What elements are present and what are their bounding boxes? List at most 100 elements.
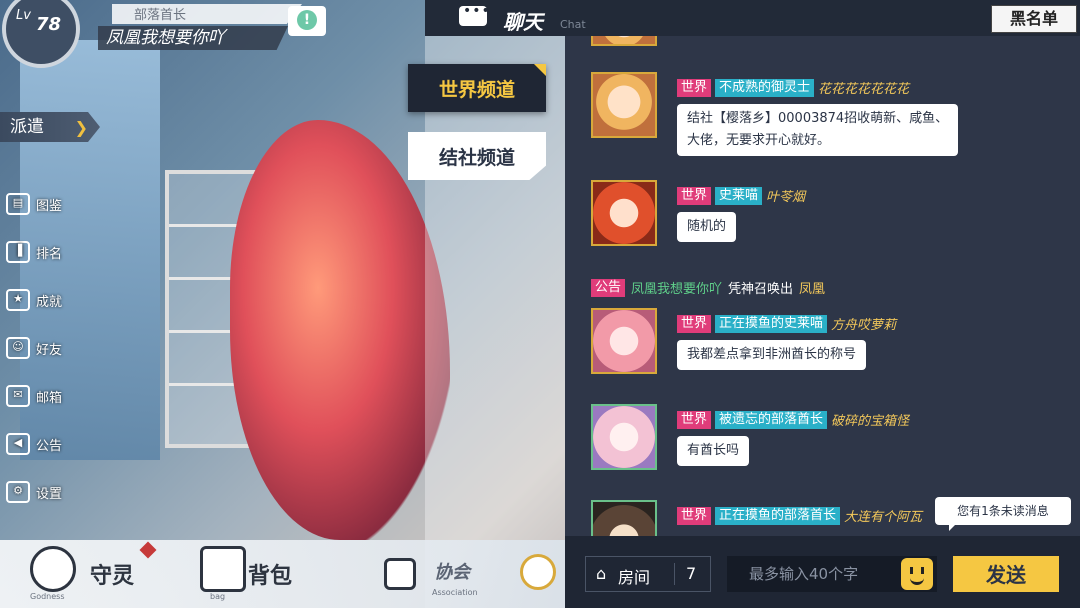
side-menu-item-settings[interactable]: ⚙ 设置	[0, 468, 80, 516]
side-menu-item-ranking[interactable]: ▐ 排名	[0, 228, 80, 276]
side-menu-label: 成就	[36, 294, 63, 310]
mail-icon: ✉	[6, 385, 30, 407]
nav-association-sublabel: Association	[432, 588, 478, 597]
side-menu-label: 设置	[36, 486, 63, 502]
nav-bag-button[interactable]: 背包 bag	[196, 540, 326, 608]
announcement-tag: 公告	[591, 278, 626, 297]
side-menu: ▤ 图鉴 ▐ 排名 ★ 成就 ☺ 好友 ✉ 邮箱 ◀ 公告 ⚙ 设置	[0, 180, 80, 516]
message-bubble: 有酋长吗	[677, 436, 750, 466]
sender-name[interactable]: 被遗忘的部落酋长	[715, 410, 828, 429]
elf-girl-avatar[interactable]	[591, 404, 657, 470]
nav-spirit-sublabel: Godness	[30, 592, 65, 601]
player-title-tag: 部落首长	[112, 4, 302, 24]
dispatch-label: 派遣	[10, 117, 44, 137]
side-menu-label: 排名	[36, 246, 63, 262]
chat-message-list[interactable]: 世界 不成熟的御灵士 花花花花花花花 结社【樱落乡】00003874招收萌新、咸…	[565, 36, 1080, 536]
alert-button[interactable]: !	[288, 6, 326, 36]
ranking-icon: ▐	[6, 241, 30, 263]
side-menu-item-mail[interactable]: ✉ 邮箱	[0, 372, 80, 420]
alert-icon: !	[297, 10, 317, 30]
player-name: 凤凰我想要你吖	[106, 28, 225, 48]
blonde-girl-avatar[interactable]	[591, 72, 657, 138]
side-menu-label: 图鉴	[36, 198, 63, 214]
tab-world-label: 世界频道	[438, 78, 515, 101]
sender-title: 叶苓烟	[766, 190, 806, 205]
side-menu-item-achievement[interactable]: ★ 成就	[0, 276, 80, 324]
sender-name[interactable]: 史莱喵	[715, 186, 763, 205]
side-menu-item-friends[interactable]: ☺ 好友	[0, 324, 80, 372]
channel-tag: 世界	[677, 314, 712, 333]
notification-badge	[139, 541, 157, 559]
nav-association-label: 协会	[434, 562, 470, 583]
message-line: 大佬，无要求开心就好。	[687, 133, 831, 148]
announcement-player[interactable]: 凤凰我想要你吖	[631, 278, 722, 297]
level-prefix: Lv	[16, 8, 31, 23]
side-menu-item-codex[interactable]: ▤ 图鉴	[0, 180, 80, 228]
message-meta: 世界 史莱喵 叶苓烟	[677, 186, 805, 205]
unread-messages-tip[interactable]: 您有1条未读消息	[935, 497, 1071, 531]
channel-tag: 世界	[677, 410, 712, 429]
channel-tag: 世界	[677, 78, 712, 97]
chevron-right-icon: ❯	[74, 118, 88, 137]
home-icon: ⌂	[596, 564, 607, 583]
message-bubble: 我都差点拿到非洲酋长的称号	[677, 340, 867, 370]
sender-title: 大连有个阿瓦	[844, 510, 923, 525]
channel-tag: 世界	[677, 186, 712, 205]
tab-guild-channel[interactable]: 结社频道	[408, 132, 546, 180]
side-menu-label: 邮箱	[36, 390, 63, 406]
message-line: 有酋长吗	[687, 443, 740, 458]
chat-header: 聊天 Chat 黑名单	[425, 0, 1080, 36]
friends-icon: ☺	[6, 337, 30, 359]
nav-association-button[interactable]: 协会 Association	[384, 540, 564, 608]
sender-title: 花花花花花花花	[818, 82, 910, 97]
sender-title: 破碎的宝箱怪	[831, 414, 910, 429]
message-meta: 世界 正在摸鱼的部落首长 大连有个阿瓦	[677, 506, 922, 525]
compass-icon	[520, 554, 556, 590]
tab-world-channel[interactable]: 世界频道	[408, 64, 546, 112]
room-selector[interactable]: ⌂ 房间 7	[585, 556, 711, 592]
dispatch-button[interactable]: 派遣 ❯	[0, 112, 100, 142]
side-menu-item-notice[interactable]: ◀ 公告	[0, 420, 80, 468]
sender-title: 方舟哎萝莉	[831, 318, 897, 333]
emoji-icon[interactable]	[901, 558, 933, 590]
message-line: 结社【樱落乡】00003874招收萌新、咸鱼、	[687, 111, 949, 126]
sender-name[interactable]: 正在摸鱼的部落首长	[715, 506, 841, 525]
book-icon: ▤	[6, 193, 30, 215]
side-menu-label: 公告	[36, 438, 63, 454]
bottom-nav-bar: 守灵 Godness 背包 bag 协会 Association	[0, 540, 565, 608]
send-button[interactable]: 发送	[953, 556, 1059, 592]
nav-bag-sublabel: bag	[210, 592, 226, 601]
message-meta: 世界 不成熟的御灵士 花花花花花花花	[677, 78, 909, 97]
player-title: 部落首长	[134, 8, 187, 23]
message-bubble: 结社【樱落乡】00003874招收萌新、咸鱼、 大佬，无要求开心就好。	[677, 104, 959, 156]
sender-name[interactable]: 不成熟的御灵士	[715, 78, 815, 97]
message-line: 我都差点拿到非洲酋长的称号	[687, 347, 857, 362]
announcement-item: 凤凰	[799, 282, 826, 297]
association-icon	[384, 558, 416, 590]
system-announcement: 公告 凤凰我想要你吖 凭神召唤出 凤凰	[591, 278, 825, 297]
announcement-action: 凭神召唤出	[728, 282, 794, 297]
room-label: 房间	[618, 568, 651, 587]
message-bubble: 随机的	[677, 212, 737, 242]
eyepatch-avatar[interactable]	[591, 500, 657, 536]
divider	[674, 563, 675, 585]
player-name-tag[interactable]: 凤凰我想要你吖	[98, 26, 288, 50]
megaphone-icon: ◀	[6, 433, 30, 455]
side-menu-label: 好友	[36, 342, 63, 358]
red-hair-girl-avatar[interactable]	[591, 180, 657, 246]
avatar[interactable]	[591, 36, 657, 46]
blacklist-button[interactable]: 黑名单	[991, 5, 1077, 33]
sender-name[interactable]: 正在摸鱼的史莱喵	[715, 314, 828, 333]
channel-tag: 世界	[677, 506, 712, 525]
pink-hair-girl-avatar[interactable]	[591, 308, 657, 374]
channel-panel-veil	[425, 36, 565, 608]
bag-icon	[200, 546, 246, 592]
chat-subtitle: Chat	[560, 18, 586, 31]
message-meta: 世界 被遗忘的部落酋长 破碎的宝箱怪	[677, 410, 909, 429]
nav-spirit-label: 守灵	[90, 564, 135, 589]
chat-bubble-icon	[459, 3, 491, 26]
nav-spirit-button[interactable]: 守灵 Godness	[24, 540, 174, 608]
nav-bag-label: 背包	[248, 564, 293, 589]
character-illustration	[230, 120, 450, 540]
spirit-icon	[30, 546, 76, 592]
